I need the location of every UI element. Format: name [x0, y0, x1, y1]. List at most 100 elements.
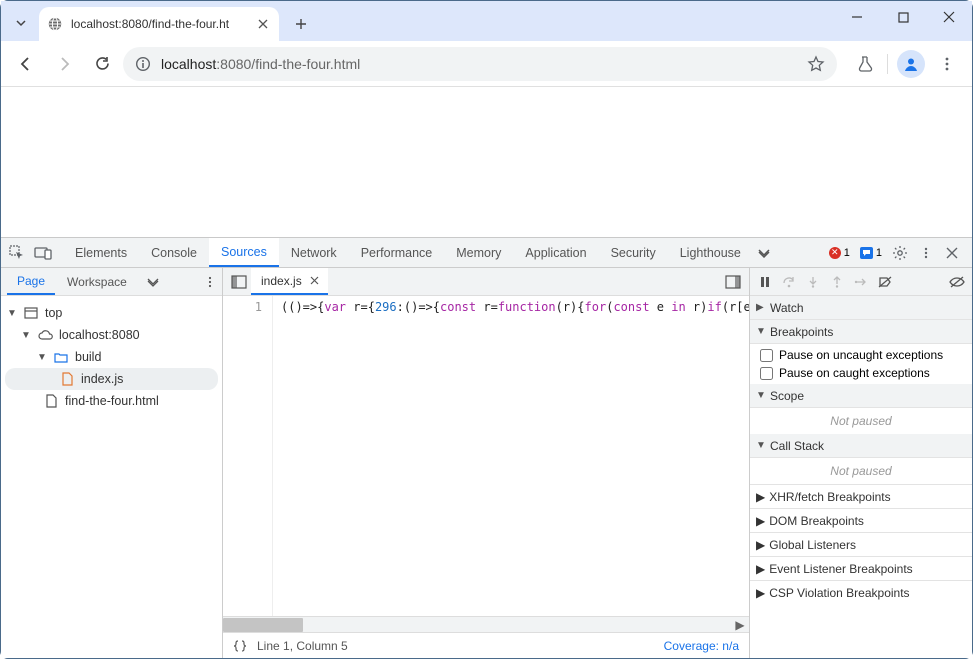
code-content[interactable]: (()=>{var r={296:()=>{const r=function(r… — [273, 296, 749, 616]
message-badge[interactable]: 1 — [856, 247, 886, 259]
coverage-link[interactable]: Coverage: n/a — [664, 639, 739, 653]
section-title: Scope — [770, 389, 804, 403]
editor-statusbar: Line 1, Column 5 Coverage: n/a — [223, 632, 749, 658]
navigator-kebab-icon[interactable] — [198, 276, 222, 288]
watch-section-header[interactable]: ▶Watch — [750, 296, 972, 320]
tab-network[interactable]: Network — [279, 238, 349, 267]
devtools-tabbar: Elements Console Sources Network Perform… — [1, 238, 972, 268]
horizontal-scrollbar[interactable]: ▶ — [223, 616, 749, 632]
section-title: XHR/fetch Breakpoints — [769, 490, 890, 504]
step-out-icon[interactable] — [826, 271, 848, 293]
cursor-position: Line 1, Column 5 — [257, 639, 348, 653]
profile-button[interactable] — [894, 47, 928, 81]
debugger-toolbar — [750, 268, 972, 296]
tree-label: localhost:8080 — [59, 328, 140, 342]
devtools-kebab-icon[interactable] — [914, 241, 938, 265]
checkbox-input[interactable] — [760, 367, 773, 380]
tab-application[interactable]: Application — [513, 238, 598, 267]
pause-icon[interactable] — [754, 271, 776, 293]
url-text: localhost:8080/find-the-four.html — [161, 56, 797, 72]
editor-tab-label: index.js — [261, 274, 302, 288]
page-viewport — [1, 87, 972, 237]
minimize-button[interactable] — [834, 1, 880, 33]
tree-folder[interactable]: ▼ build — [1, 346, 222, 368]
new-tab-button[interactable] — [287, 10, 315, 38]
xhr-breakpoints-header[interactable]: ▶XHR/fetch Breakpoints — [750, 484, 972, 508]
devtools-close-icon[interactable] — [940, 241, 964, 265]
hide-debugger-icon[interactable] — [946, 271, 968, 293]
message-icon — [860, 247, 873, 259]
toggle-debugger-icon[interactable] — [721, 270, 745, 294]
checkbox-label: Pause on uncaught exceptions — [779, 348, 943, 362]
tab-sources[interactable]: Sources — [209, 238, 279, 267]
tab-search-button[interactable] — [7, 9, 35, 37]
section-title: Watch — [770, 301, 804, 315]
pretty-print-icon[interactable] — [233, 639, 247, 653]
inspect-element-icon[interactable] — [5, 241, 29, 265]
not-paused-label: Not paused — [750, 458, 972, 484]
scope-section-header[interactable]: ▼Scope — [750, 384, 972, 408]
step-into-icon[interactable] — [802, 271, 824, 293]
callstack-section-header[interactable]: ▼Call Stack — [750, 434, 972, 458]
tab-elements[interactable]: Elements — [63, 238, 139, 267]
tree-top[interactable]: ▼ top — [1, 302, 222, 324]
dom-breakpoints-header[interactable]: ▶DOM Breakpoints — [750, 508, 972, 532]
devtools-settings-icon[interactable] — [888, 241, 912, 265]
close-tab-icon[interactable] — [255, 16, 271, 32]
sources-navigator: Page Workspace ▼ top ▼ localhos — [1, 268, 223, 658]
browser-tab[interactable]: localhost:8080/find-the-four.ht — [39, 7, 279, 41]
not-paused-label: Not paused — [750, 408, 972, 434]
tree-file-html[interactable]: find-the-four.html — [1, 390, 222, 412]
tab-memory[interactable]: Memory — [444, 238, 513, 267]
site-info-icon[interactable] — [135, 56, 151, 72]
more-tabs-icon[interactable] — [753, 248, 775, 258]
navigator-tab-page[interactable]: Page — [7, 268, 55, 295]
tree-label: build — [75, 350, 101, 364]
section-title: CSP Violation Breakpoints — [769, 586, 909, 600]
section-title: Call Stack — [770, 439, 824, 453]
maximize-button[interactable] — [880, 1, 926, 33]
deactivate-breakpoints-icon[interactable] — [874, 271, 896, 293]
step-over-icon[interactable] — [778, 271, 800, 293]
html-file-icon — [43, 393, 59, 409]
scroll-right-icon[interactable]: ▶ — [733, 617, 747, 633]
chrome-menu-button[interactable] — [930, 47, 964, 81]
section-title: Event Listener Breakpoints — [769, 562, 912, 576]
tree-file-indexjs[interactable]: index.js — [5, 368, 218, 390]
tree-label: top — [45, 306, 62, 320]
bookmark-star-icon[interactable] — [807, 55, 825, 73]
step-icon[interactable] — [850, 271, 872, 293]
tab-title: localhost:8080/find-the-four.ht — [71, 17, 247, 31]
reload-button[interactable] — [85, 47, 119, 81]
error-badge[interactable]: ✕ 1 — [825, 247, 854, 259]
forward-button[interactable] — [47, 47, 81, 81]
close-window-button[interactable] — [926, 1, 972, 33]
error-icon: ✕ — [829, 247, 841, 259]
line-number: 1 — [223, 300, 262, 314]
tab-security[interactable]: Security — [599, 238, 668, 267]
navigator-tab-workspace[interactable]: Workspace — [57, 268, 137, 295]
devtools-panel: Elements Console Sources Network Perform… — [1, 237, 972, 658]
editor-tab-indexjs[interactable]: index.js — [251, 268, 328, 295]
toggle-navigator-icon[interactable] — [227, 270, 251, 294]
back-button[interactable] — [9, 47, 43, 81]
device-toolbar-icon[interactable] — [31, 241, 55, 265]
tab-performance[interactable]: Performance — [349, 238, 445, 267]
navigator-more-icon[interactable] — [143, 277, 163, 287]
message-count: 1 — [876, 247, 882, 259]
tree-origin[interactable]: ▼ localhost:8080 — [1, 324, 222, 346]
checkbox-input[interactable] — [760, 349, 773, 362]
close-editor-tab-icon[interactable] — [308, 274, 322, 288]
line-gutter[interactable]: 1 — [223, 296, 273, 616]
scrollbar-thumb[interactable] — [223, 618, 303, 632]
labs-icon[interactable] — [847, 47, 881, 81]
event-listener-breakpoints-header[interactable]: ▶Event Listener Breakpoints — [750, 556, 972, 580]
address-bar[interactable]: localhost:8080/find-the-four.html — [123, 47, 837, 81]
breakpoints-section-header[interactable]: ▼Breakpoints — [750, 320, 972, 344]
global-listeners-header[interactable]: ▶Global Listeners — [750, 532, 972, 556]
tab-console[interactable]: Console — [139, 238, 209, 267]
pause-uncaught-checkbox[interactable]: Pause on uncaught exceptions — [756, 346, 966, 364]
pause-caught-checkbox[interactable]: Pause on caught exceptions — [756, 364, 966, 382]
tab-lighthouse[interactable]: Lighthouse — [668, 238, 753, 267]
csp-breakpoints-header[interactable]: ▶CSP Violation Breakpoints — [750, 580, 972, 604]
